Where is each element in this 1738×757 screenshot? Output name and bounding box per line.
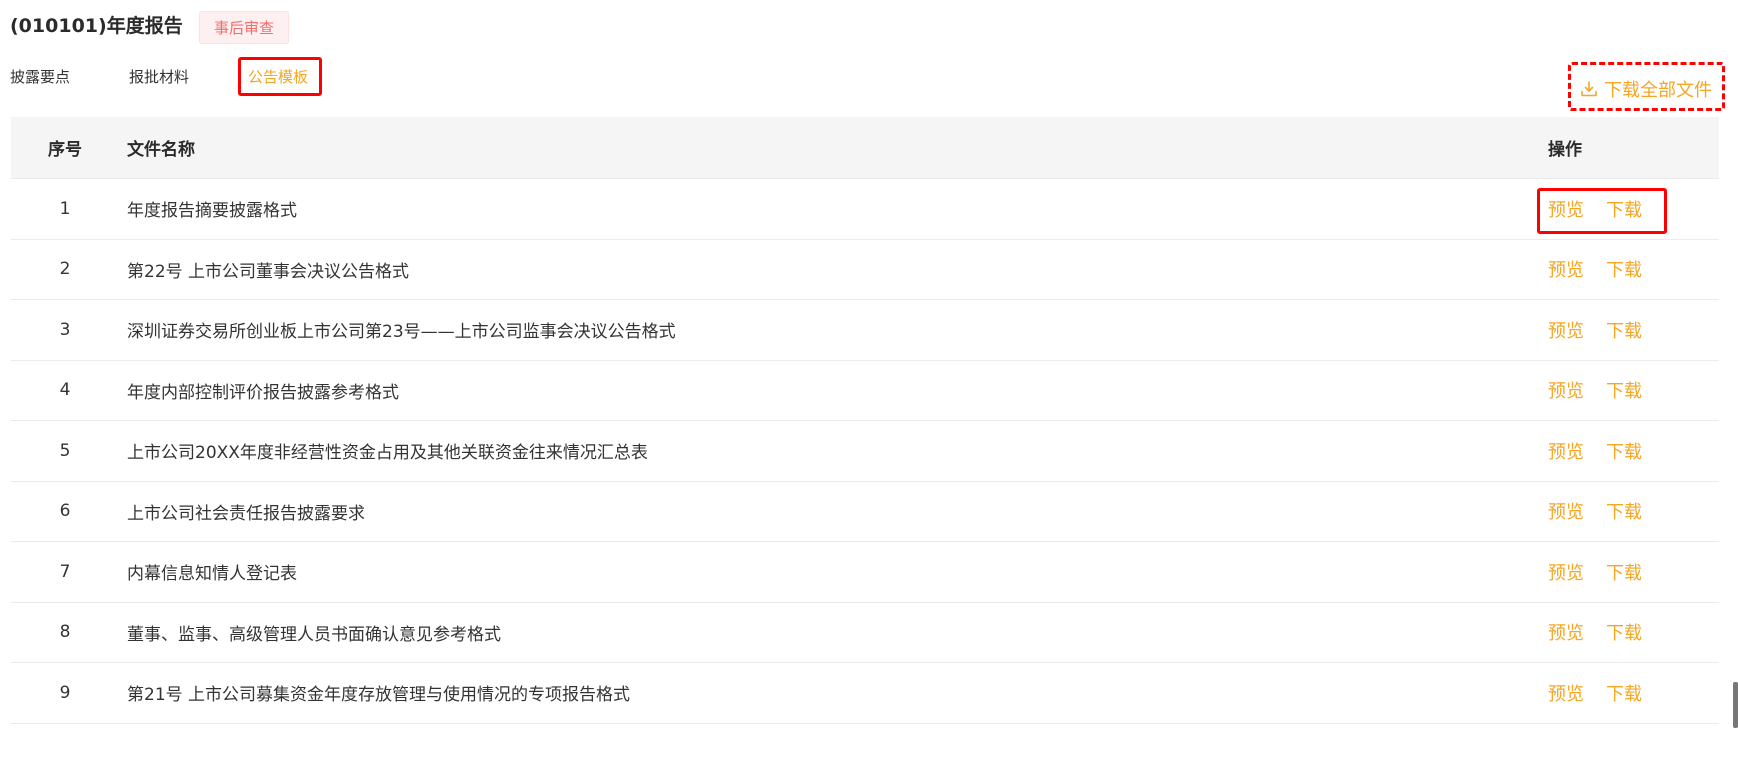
page: (010101)年度报告 事后审查 披露要点 报批材料 公告模板 下载全部文件 … — [0, 0, 1738, 757]
table-row: 2 第22号 上市公司董事会决议公告格式 预览 下载 — [11, 240, 1719, 300]
preview-link[interactable]: 预览 — [1548, 196, 1584, 222]
row-index: 2 — [59, 259, 71, 280]
file-name: 上市公司20XX年度非经营性资金占用及其他关联资金往来情况汇总表 — [127, 443, 648, 464]
file-name: 董事、监事、高级管理人员书面确认意见参考格式 — [127, 624, 501, 645]
column-header-index: 序号 — [48, 140, 82, 160]
scrollbar-thumb[interactable] — [1733, 682, 1738, 728]
column-header-name: 文件名称 — [127, 140, 195, 160]
preview-link[interactable]: 预览 — [1548, 317, 1584, 343]
row-actions: 预览 下载 — [1548, 300, 1642, 360]
file-name: 第22号 上市公司董事会决议公告格式 — [127, 261, 410, 282]
preview-link[interactable]: 预览 — [1548, 559, 1584, 585]
file-table: 序号 文件名称 操作 1 年度报告摘要披露格式 预览 下载 2 第22号 上市公… — [11, 117, 1719, 724]
download-link[interactable]: 下载 — [1606, 256, 1642, 282]
download-link[interactable]: 下载 — [1606, 196, 1642, 222]
preview-link[interactable]: 预览 — [1548, 256, 1584, 282]
download-link[interactable]: 下载 — [1606, 438, 1642, 464]
download-link[interactable]: 下载 — [1606, 498, 1642, 524]
tab-approval-materials[interactable]: 报批材料 — [129, 64, 189, 90]
table-row: 4 年度内部控制评价报告披露参考格式 预览 下载 — [11, 361, 1719, 421]
status-badge: 事后审查 — [199, 11, 290, 44]
row-index: 7 — [59, 561, 71, 582]
table-header: 序号 文件名称 操作 — [11, 117, 1719, 179]
row-actions: 预览 下载 — [1548, 663, 1642, 723]
file-name: 年度内部控制评价报告披露参考格式 — [127, 382, 399, 403]
file-name: 内幕信息知情人登记表 — [127, 564, 297, 585]
row-actions: 预览 下载 — [1548, 542, 1642, 602]
row-index: 1 — [59, 198, 71, 219]
preview-link[interactable]: 预览 — [1548, 498, 1584, 524]
table-row: 5 上市公司20XX年度非经营性资金占用及其他关联资金往来情况汇总表 预览 下载 — [11, 421, 1719, 482]
row-actions: 预览 下载 — [1548, 603, 1642, 663]
download-link[interactable]: 下载 — [1606, 317, 1642, 343]
table-row: 8 董事、监事、高级管理人员书面确认意见参考格式 预览 下载 — [11, 603, 1719, 663]
row-actions: 预览 下载 — [1548, 482, 1642, 542]
download-icon — [1580, 80, 1598, 98]
row-index: 3 — [59, 319, 71, 340]
preview-link[interactable]: 预览 — [1548, 438, 1584, 464]
row-index: 8 — [59, 622, 71, 643]
row-index: 5 — [59, 440, 71, 461]
row-actions: 预览 下载 — [1548, 361, 1642, 421]
table-row: 9 第21号 上市公司募集资金年度存放管理与使用情况的专项报告格式 预览 下载 — [11, 663, 1719, 724]
table-row: 6 上市公司社会责任报告披露要求 预览 下载 — [11, 482, 1719, 542]
row-actions: 预览 下载 — [1548, 240, 1642, 300]
table-row: 1 年度报告摘要披露格式 预览 下载 — [11, 179, 1719, 240]
column-header-operation: 操作 — [1548, 140, 1582, 160]
row-actions: 预览 下载 — [1548, 421, 1642, 481]
tab-disclosure-points[interactable]: 披露要点 — [10, 64, 70, 90]
preview-link[interactable]: 预览 — [1548, 619, 1584, 645]
file-name: 上市公司社会责任报告披露要求 — [127, 503, 365, 524]
row-index: 4 — [59, 380, 71, 401]
row-index: 9 — [59, 682, 71, 703]
tab-announcement-templates[interactable]: 公告模板 — [248, 64, 308, 90]
download-link[interactable]: 下载 — [1606, 377, 1642, 403]
preview-link[interactable]: 预览 — [1548, 377, 1584, 403]
download-link[interactable]: 下载 — [1606, 559, 1642, 585]
page-title: (010101)年度报告 — [10, 15, 183, 37]
file-name: 深圳证券交易所创业板上市公司第23号——上市公司监事会决议公告格式 — [127, 322, 676, 343]
table-row: 3 深圳证券交易所创业板上市公司第23号——上市公司监事会决议公告格式 预览 下… — [11, 300, 1719, 361]
scrollbar-track[interactable] — [1729, 0, 1738, 757]
row-actions: 预览 下载 — [1548, 179, 1642, 239]
row-index: 6 — [59, 501, 71, 522]
table-row: 7 内幕信息知情人登记表 预览 下载 — [11, 542, 1719, 603]
download-link[interactable]: 下载 — [1606, 619, 1642, 645]
download-link[interactable]: 下载 — [1606, 680, 1642, 706]
download-all-button[interactable]: 下载全部文件 — [1580, 75, 1712, 103]
download-all-label: 下载全部文件 — [1604, 80, 1712, 101]
file-name: 年度报告摘要披露格式 — [127, 201, 297, 222]
file-name: 第21号 上市公司募集资金年度存放管理与使用情况的专项报告格式 — [127, 685, 631, 706]
preview-link[interactable]: 预览 — [1548, 680, 1584, 706]
